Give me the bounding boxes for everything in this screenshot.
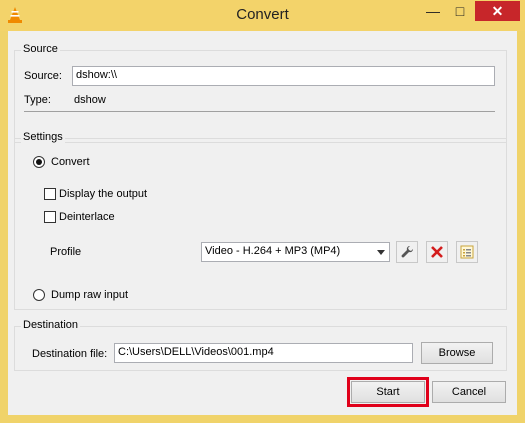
radio-selected-dot: [36, 159, 42, 165]
title-bar[interactable]: Convert — □ ✕: [0, 0, 525, 31]
browse-button[interactable]: Browse: [421, 342, 493, 364]
settings-group-title: Settings: [21, 131, 65, 143]
destination-file-label: Destination file:: [32, 348, 108, 360]
convert-dialog: Convert — □ ✕ Source Source: dshow:\\ Ty…: [0, 0, 525, 423]
convert-label[interactable]: Convert: [51, 156, 90, 168]
dialog-body: Source Source: dshow:\\ Type: dshow Sett…: [8, 31, 517, 415]
source-group-title: Source: [21, 43, 60, 55]
new-profile-list-icon: [460, 245, 474, 259]
profile-dropdown[interactable]: Video - H.264 + MP3 (MP4): [201, 242, 390, 262]
destination-file-input[interactable]: C:\Users\DELL\Videos\001.mp4: [114, 343, 413, 363]
delete-profile-button[interactable]: [426, 241, 448, 263]
deinterlace-checkbox[interactable]: [44, 211, 56, 223]
close-button[interactable]: ✕: [475, 1, 520, 21]
dump-raw-label[interactable]: Dump raw input: [51, 289, 128, 301]
chevron-down-icon: [377, 250, 385, 255]
display-output-checkbox[interactable]: [44, 188, 56, 200]
deinterlace-label[interactable]: Deinterlace: [59, 211, 115, 223]
profile-label: Profile: [50, 246, 82, 258]
type-label: Type:: [24, 94, 51, 106]
source-label: Source:: [24, 70, 62, 82]
destination-group-title: Destination: [21, 319, 81, 331]
wrench-icon: [401, 245, 414, 258]
cancel-button[interactable]: Cancel: [432, 381, 506, 403]
source-input[interactable]: dshow:\\: [72, 66, 495, 86]
type-value: dshow: [74, 94, 106, 106]
convert-radio[interactable]: [33, 156, 45, 168]
delete-x-icon: [431, 246, 443, 258]
edit-profile-button[interactable]: [396, 241, 418, 263]
profile-selected-value: Video - H.264 + MP3 (MP4): [205, 245, 341, 257]
source-divider: [24, 111, 495, 112]
start-button[interactable]: Start: [351, 381, 425, 403]
dump-raw-radio[interactable]: [33, 289, 45, 301]
minimize-button[interactable]: —: [420, 1, 446, 21]
new-profile-button[interactable]: [456, 241, 478, 263]
maximize-button[interactable]: □: [447, 1, 473, 21]
display-output-label[interactable]: Display the output: [59, 188, 147, 200]
